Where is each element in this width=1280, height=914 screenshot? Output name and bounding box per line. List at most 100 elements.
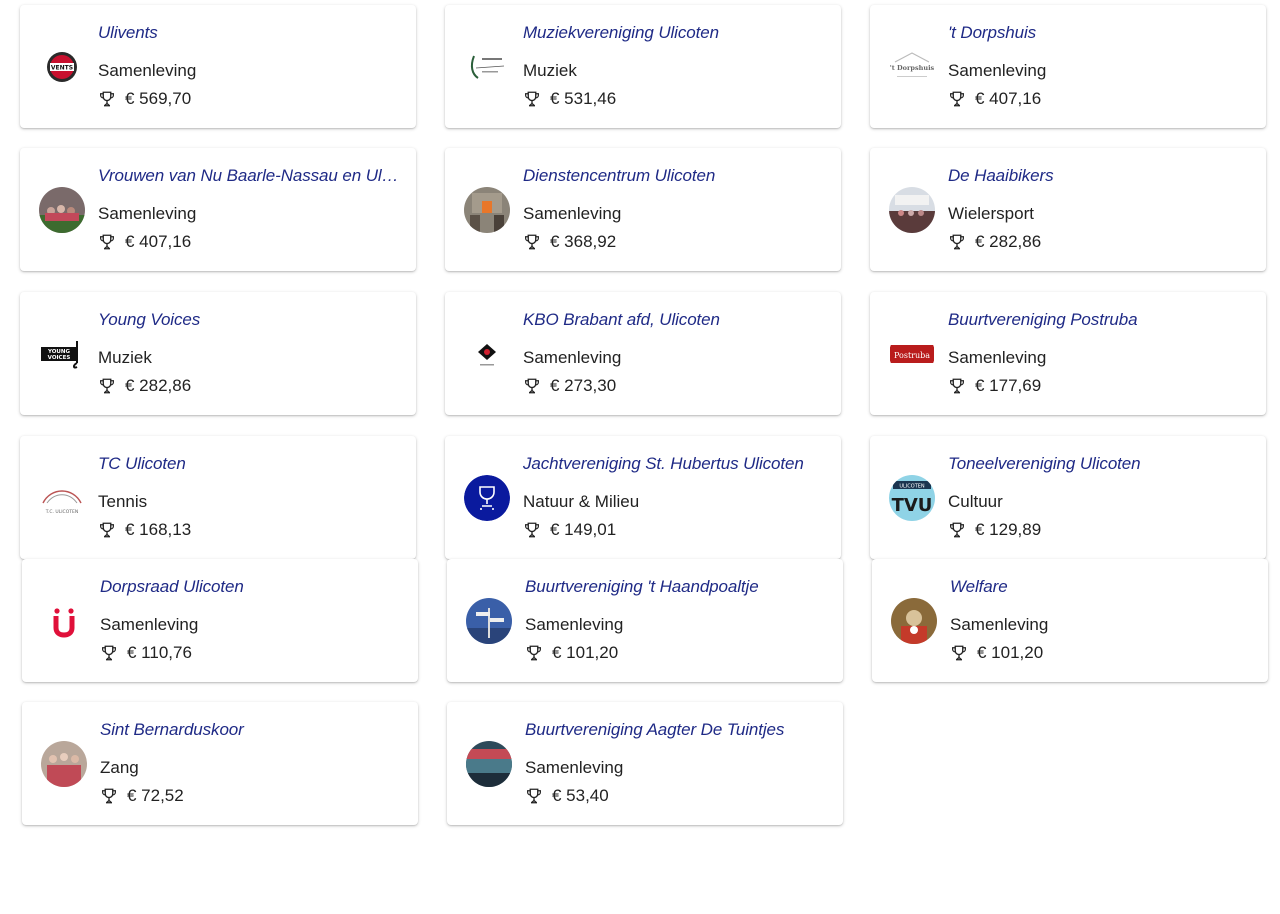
amount-row: € 101,20: [950, 643, 1043, 663]
club-category: Muziek: [523, 61, 577, 80]
svg-text:TVU: TVU: [892, 495, 933, 516]
club-name[interactable]: Welfare: [950, 577, 1254, 597]
trophy-icon: [948, 377, 975, 395]
trophy-icon: [525, 787, 552, 805]
welfare-photo: [891, 598, 937, 644]
club-grid: VENTS Ulivents Samenleving € 569,70 Muziekve…: [0, 0, 1280, 914]
amount-row: € 407,16: [98, 232, 191, 252]
amount-row: € 177,69: [948, 376, 1041, 396]
svg-text:ULICOTEN: ULICOTEN: [899, 484, 925, 490]
club-card[interactable]: Postruba Buurtvereniging Postruba Samenlev…: [870, 292, 1266, 415]
amount-row: € 531,46: [523, 89, 616, 109]
amount-row: € 407,16: [948, 89, 1041, 109]
aagter-de-tuintjes-photo: [466, 741, 512, 787]
haaibikers-photo: [889, 187, 935, 233]
club-name[interactable]: Muziekvereniging Ulicoten: [523, 23, 827, 43]
svg-text:'t Dorpshuis: 't Dorpshuis: [890, 64, 935, 72]
donation-amount: € 110,76: [127, 643, 192, 662]
club-category: Samenleving: [948, 348, 1047, 367]
ulivents-logo: VENTS: [39, 44, 85, 90]
club-name[interactable]: Buurtvereniging 't Haandpoaltje: [525, 577, 829, 597]
club-card[interactable]: VENTS Ulivents Samenleving € 569,70: [20, 5, 416, 128]
dorpsraad-logo: [41, 598, 87, 644]
donation-amount: € 407,16: [125, 232, 192, 251]
donation-amount: € 101,20: [977, 643, 1044, 662]
club-card[interactable]: T.C. ULICOTEN TC Ulicoten Tennis € 168,13: [20, 436, 416, 559]
donation-amount: € 101,20: [552, 643, 619, 662]
club-card[interactable]: De Haaibikers Wielersport € 282,86: [870, 148, 1266, 271]
club-card[interactable]: Sint Bernarduskoor Zang € 72,52: [22, 702, 418, 825]
amount-row: € 368,92: [523, 232, 616, 252]
donation-amount: € 72,52: [127, 786, 184, 805]
young-voices-logo: YOUNG VOICES: [39, 331, 85, 377]
trophy-icon: [948, 233, 975, 251]
trophy-icon: [98, 90, 125, 108]
trophy-badge-logo: [464, 475, 510, 521]
club-category: Zang: [100, 758, 139, 777]
trophy-icon: [98, 521, 125, 539]
club-card[interactable]: Vrouwen van Nu Baarle-Nassau en Ulicoten…: [20, 148, 416, 271]
club-card[interactable]: Jachtvereniging St. Hubertus Ulicoten Nat…: [445, 436, 841, 559]
club-category: Tennis: [98, 492, 148, 511]
club-name[interactable]: Sint Bernarduskoor: [100, 720, 404, 740]
club-category: Wielersport: [948, 204, 1034, 223]
toneelvereniging-logo: ULICOTEN TVU: [889, 475, 935, 521]
club-card[interactable]: Dorpsraad Ulicoten Samenleving € 110,76: [22, 559, 418, 682]
club-card[interactable]: Muziekvereniging Ulicoten Muziek € 531,46: [445, 5, 841, 128]
club-name[interactable]: Buurtvereniging Postruba: [948, 310, 1252, 330]
club-category: Samenleving: [98, 204, 197, 223]
amount-row: € 282,86: [948, 232, 1041, 252]
trophy-icon: [523, 377, 550, 395]
dienstencentrum-photo: [464, 187, 510, 233]
club-card[interactable]: 't Dorpshuis 't Dorpshuis Samenleving € 407…: [870, 5, 1266, 128]
club-category: Samenleving: [525, 615, 624, 634]
muziekvereniging-logo: [464, 44, 510, 90]
club-category: Samenleving: [950, 615, 1049, 634]
club-category: Cultuur: [948, 492, 1003, 511]
donation-amount: € 149,01: [550, 520, 617, 539]
club-card[interactable]: Buurtvereniging Aagter De Tuintjes Samenl…: [447, 702, 843, 825]
trophy-icon: [525, 644, 552, 662]
club-card[interactable]: Dienstencentrum Ulicoten Samenleving € 368…: [445, 148, 841, 271]
donation-amount: € 282,86: [125, 376, 192, 395]
amount-row: € 569,70: [98, 89, 191, 109]
trophy-icon: [523, 233, 550, 251]
club-name[interactable]: Buurtvereniging Aagter De Tuintjes: [525, 720, 829, 740]
club-card[interactable]: Welfare Samenleving € 101,20: [872, 559, 1268, 682]
club-category: Samenleving: [525, 758, 624, 777]
club-card[interactable]: KBO Brabant afd, Ulicoten Samenleving € 27…: [445, 292, 841, 415]
donation-amount: € 273,30: [550, 376, 617, 395]
club-card[interactable]: Buurtvereniging 't Haandpoaltje Samenlevi…: [447, 559, 843, 682]
amount-row: € 168,13: [98, 520, 191, 540]
amount-row: € 282,86: [98, 376, 191, 396]
club-name[interactable]: Dorpsraad Ulicoten: [100, 577, 404, 597]
trophy-icon: [98, 377, 125, 395]
donation-amount: € 53,40: [552, 786, 609, 805]
club-category: Samenleving: [523, 204, 622, 223]
club-name[interactable]: Jachtvereniging St. Hubertus Ulicoten: [523, 454, 827, 474]
club-name[interactable]: Dienstencentrum Ulicoten: [523, 166, 827, 186]
tc-ulicoten-logo: T.C. ULICOTEN: [39, 475, 85, 521]
club-name[interactable]: TC Ulicoten: [98, 454, 402, 474]
club-name[interactable]: Toneelvereniging Ulicoten: [948, 454, 1252, 474]
club-category: Samenleving: [948, 61, 1047, 80]
amount-row: € 72,52: [100, 786, 184, 806]
club-name[interactable]: Vrouwen van Nu Baarle-Nassau en Ulicoten: [98, 166, 402, 186]
club-category: Muziek: [98, 348, 152, 367]
club-name[interactable]: 't Dorpshuis: [948, 23, 1252, 43]
trophy-icon: [98, 233, 125, 251]
svg-text:Postruba: Postruba: [894, 351, 930, 360]
club-name[interactable]: Ulivents: [98, 23, 402, 43]
club-name[interactable]: KBO Brabant afd, Ulicoten: [523, 310, 827, 330]
amount-row: € 273,30: [523, 376, 616, 396]
club-card[interactable]: YOUNG VOICES Young Voices Muziek € 282,86: [20, 292, 416, 415]
bernarduskoor-photo: [41, 741, 87, 787]
club-name[interactable]: De Haaibikers: [948, 166, 1252, 186]
amount-row: € 129,89: [948, 520, 1041, 540]
amount-row: € 149,01: [523, 520, 616, 540]
club-category: Samenleving: [98, 61, 197, 80]
svg-text:VENTS: VENTS: [51, 65, 73, 72]
club-name[interactable]: Young Voices: [98, 310, 402, 330]
club-card[interactable]: ULICOTEN TVU Toneelvereniging Ulicoten Cult…: [870, 436, 1266, 559]
donation-amount: € 531,46: [550, 89, 617, 108]
